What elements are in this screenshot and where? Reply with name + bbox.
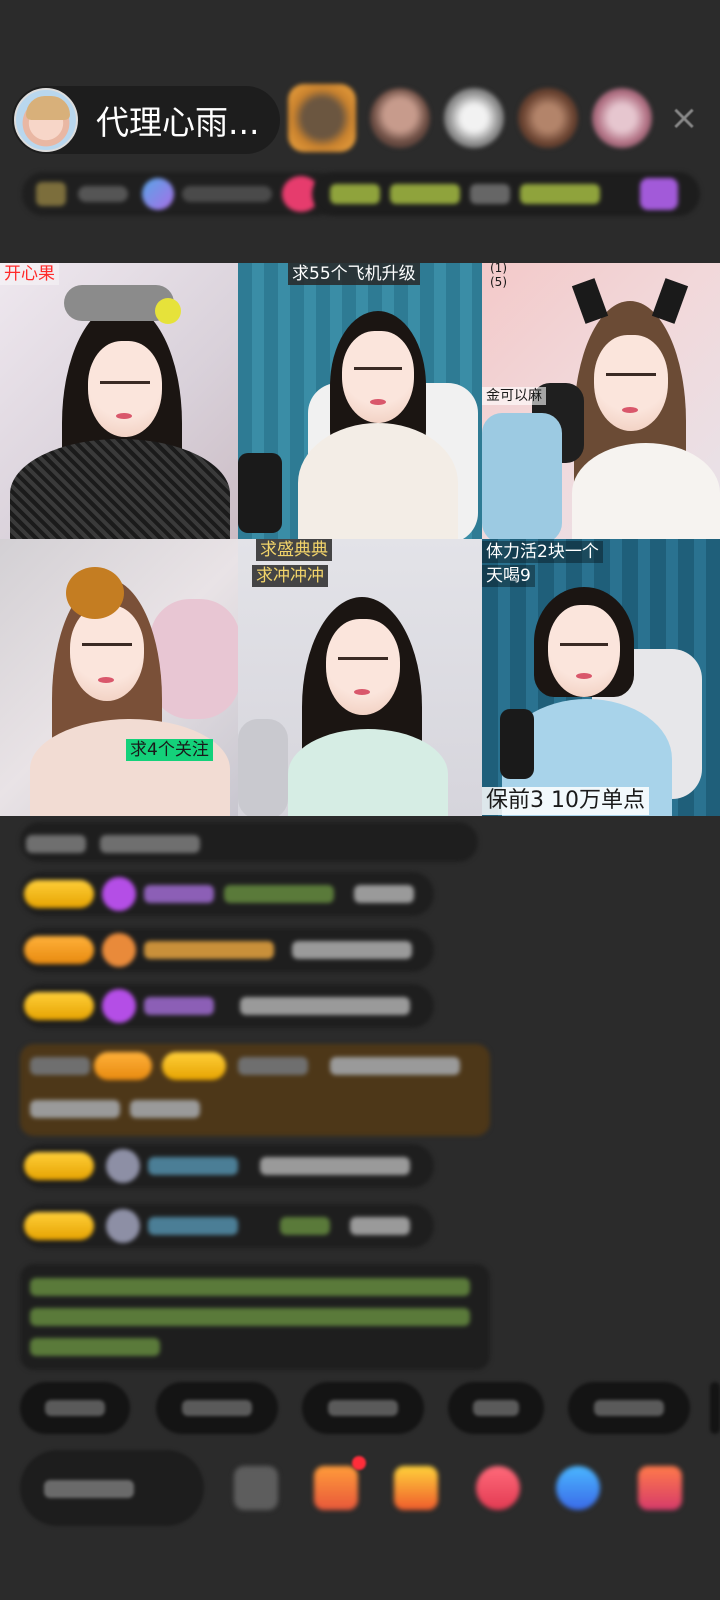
chat-message	[20, 822, 478, 862]
quick-reply-chip[interactable]	[20, 1382, 130, 1434]
ranking-bar[interactable]	[22, 172, 336, 216]
viewer-avatar[interactable]	[592, 88, 652, 148]
guest-video-tile-3[interactable]: (1) (5) 金可以麻	[482, 263, 720, 539]
viewer-avatar[interactable]	[288, 84, 356, 152]
viewer-avatar[interactable]	[444, 88, 504, 148]
gift-icon[interactable]	[476, 1466, 520, 1510]
viewer-avatar[interactable]	[518, 88, 578, 148]
tile-label: 金可以麻	[482, 387, 546, 405]
guest-video-tile-5[interactable]: 求盛典典 求冲冲冲	[238, 539, 482, 816]
guest-video-tile-1[interactable]: 开心果	[0, 263, 238, 539]
red-packet-icon[interactable]	[314, 1466, 358, 1510]
tile-label: 保前3 10万单点	[482, 787, 649, 815]
chat-message	[20, 928, 434, 972]
gift-message	[20, 1044, 490, 1136]
bottom-action-bar	[20, 1450, 720, 1526]
comment-input[interactable]	[20, 1450, 204, 1526]
tile-label: 天喝9	[482, 565, 535, 587]
emoji-icon[interactable]	[234, 1466, 278, 1510]
quick-reply-chip[interactable]	[448, 1382, 544, 1434]
tile-label: 求盛典典	[256, 539, 332, 561]
host-info[interactable]: 代理心雨...	[12, 86, 280, 154]
notification-dot	[352, 1456, 366, 1470]
quick-reply-chip[interactable]	[568, 1382, 690, 1434]
system-notice	[20, 1264, 490, 1370]
gift-box-icon[interactable]	[394, 1466, 438, 1510]
tile-label: 求冲冲冲	[252, 565, 328, 587]
close-button[interactable]: ×	[668, 101, 700, 135]
tile-label: (5)	[490, 275, 507, 289]
quick-reply-chip[interactable]	[710, 1382, 720, 1434]
chat-message	[20, 1144, 434, 1188]
tile-label: 体力活2块一个	[482, 541, 603, 563]
more-icon[interactable]	[638, 1466, 682, 1510]
share-icon[interactable]	[556, 1466, 600, 1510]
task-banner[interactable]	[312, 172, 700, 216]
guest-video-tile-2[interactable]: 求55个飞机升级	[238, 263, 482, 539]
chat-message	[20, 872, 434, 916]
top-viewers-list	[288, 84, 652, 152]
gift-icon[interactable]	[640, 178, 678, 210]
host-name: 代理心雨...	[96, 103, 260, 142]
quick-reply-chip[interactable]	[156, 1382, 278, 1434]
quick-reply-chip[interactable]	[302, 1382, 424, 1434]
tile-label: 开心果	[0, 263, 59, 285]
chat-message	[20, 984, 434, 1028]
host-avatar[interactable]	[14, 88, 78, 152]
guest-video-tile-6[interactable]: 体力活2块一个 天喝9 保前3 10万单点	[482, 539, 720, 816]
chat-message	[20, 1204, 434, 1248]
tile-label: (1)	[490, 263, 507, 275]
tile-label: 求4个关注	[126, 739, 213, 761]
tile-label: 求55个飞机升级	[288, 263, 420, 285]
viewer-avatar[interactable]	[370, 88, 430, 148]
multi-guest-video-grid: 开心果 求55个飞机升级 (1) (5) 金可以麻 求4个关注 求盛典典 求冲冲…	[0, 263, 720, 816]
quick-reply-bar	[20, 1382, 720, 1434]
guest-video-tile-4[interactable]: 求4个关注	[0, 539, 238, 816]
